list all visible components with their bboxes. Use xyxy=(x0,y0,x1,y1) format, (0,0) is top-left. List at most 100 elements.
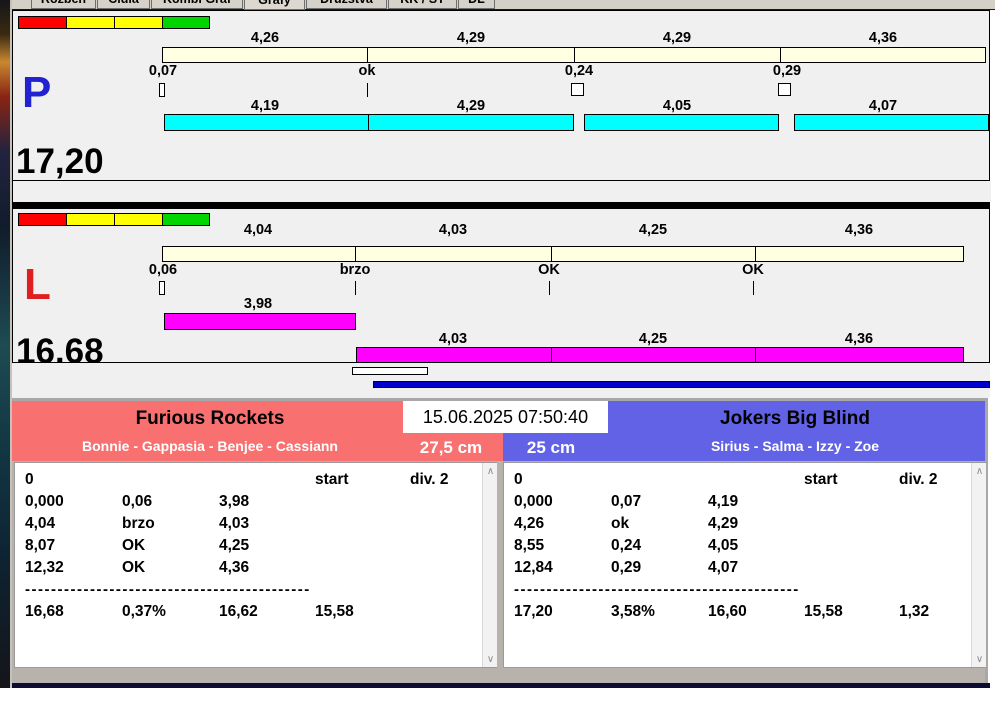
right-results-table[interactable]: 0 start div. 2 0,000 0,07 4,19 4,26 ok 4… xyxy=(503,462,986,668)
l-top-split-2: 4,03 xyxy=(438,222,468,238)
tab-kk-st[interactable]: KK / ST xyxy=(388,0,457,9)
tab-bar: Rozbeh Cidla Kombi Graf Grafy Družstva K… xyxy=(0,0,995,10)
p-run-split-3: 4,05 xyxy=(662,98,692,114)
table-separator: ----------------------------------------… xyxy=(514,581,800,598)
tab-dl[interactable]: DL xyxy=(458,0,495,9)
progress-blue-bar xyxy=(373,381,990,388)
p-top-split-1: 4,26 xyxy=(250,30,280,46)
legend-yellow-2 xyxy=(114,16,163,29)
l-run-bar-seg4 xyxy=(755,347,964,363)
l-reference-bar-seg2 xyxy=(355,246,552,262)
p-start-tick xyxy=(159,83,165,97)
cell: 0,07 xyxy=(611,493,642,510)
tab-kombi-graf[interactable]: Kombi Graf xyxy=(151,0,243,9)
p-run-split-2: 4,29 xyxy=(456,98,486,114)
p-change-tick-2 xyxy=(367,83,368,97)
l-run-split-1: 3,98 xyxy=(243,296,273,312)
cell: 0,06 xyxy=(122,493,153,510)
l-run-bar-seg3 xyxy=(551,347,756,363)
cell: 0 xyxy=(25,471,34,488)
window-left-border xyxy=(10,0,12,688)
p-change-box-3 xyxy=(571,83,584,96)
cell: 16,62 xyxy=(219,603,258,620)
l-run-bar-seg1 xyxy=(164,313,356,330)
left-team-name: Furious Rockets xyxy=(135,408,285,429)
lane-panel-l: L 16,68 4,04 4,03 4,25 4,36 0,06 brzo OK… xyxy=(12,208,990,369)
progress-outline-bar xyxy=(352,367,428,375)
l-reference-bar-seg3 xyxy=(551,246,756,262)
p-change-1: 0,07 xyxy=(148,63,178,79)
l-change-tick-3 xyxy=(549,281,550,295)
l-reference-bar-seg1 xyxy=(162,246,356,262)
legend-yellow-1 xyxy=(66,16,115,29)
l-change-tick-2 xyxy=(355,281,356,295)
cell: 0,37% xyxy=(122,603,166,620)
cell: 12,84 xyxy=(514,559,553,576)
cell: 8,07 xyxy=(25,537,56,554)
right-team-name: Jokers Big Blind xyxy=(720,408,870,429)
p-run-split-4: 4,07 xyxy=(868,98,898,114)
l-top-split-1: 4,04 xyxy=(243,222,273,238)
cell: 0 xyxy=(514,471,523,488)
l-top-split-4: 4,36 xyxy=(844,222,874,238)
cell: 0,000 xyxy=(25,493,64,510)
cell: 4,19 xyxy=(708,493,739,510)
cell: 0,24 xyxy=(611,537,642,554)
desktop-strip xyxy=(0,0,10,688)
l-reference-bar-seg4 xyxy=(755,246,964,262)
left-results-table[interactable]: 0 start div. 2 0,000 0,06 3,98 4,04 brzo… xyxy=(14,462,497,668)
p-run-bar-seg1 xyxy=(164,114,369,131)
cell: 12,32 xyxy=(25,559,64,576)
app-window: Rozbeh Cidla Kombi Graf Grafy Družstva K… xyxy=(0,0,995,716)
scroll-up-icon[interactable]: ∧ xyxy=(483,463,498,479)
l-start-tick xyxy=(159,281,165,295)
tab-cidla[interactable]: Cidla xyxy=(97,0,150,9)
scroll-up-icon[interactable]: ∧ xyxy=(972,463,987,479)
cell: div. 2 xyxy=(899,471,938,488)
tab-druzstva[interactable]: Družstva xyxy=(306,0,387,9)
p-change-2: ok xyxy=(358,63,376,79)
legend-yellow-2 xyxy=(114,213,163,226)
p-reference-bar-seg4 xyxy=(780,47,986,63)
legend-green xyxy=(162,213,210,226)
cell: brzo xyxy=(122,515,155,532)
l-change-tick-4 xyxy=(753,281,754,295)
right-table-scrollbar[interactable]: ∧ ∨ xyxy=(971,463,986,667)
cell: OK xyxy=(122,559,146,576)
p-top-split-4: 4,36 xyxy=(868,30,898,46)
legend-green xyxy=(162,16,210,29)
cell: 4,07 xyxy=(708,559,739,576)
cell: 8,55 xyxy=(514,537,545,554)
scoreboard-box: Furious Rockets Bonnie - Gappasia - Benj… xyxy=(8,398,988,686)
p-top-split-2: 4,29 xyxy=(456,30,486,46)
left-table-scrollbar[interactable]: ∧ ∨ xyxy=(482,463,497,667)
cell: 16,68 xyxy=(25,603,64,620)
tab-grafy[interactable]: Grafy xyxy=(244,0,305,10)
p-top-split-3: 4,29 xyxy=(662,30,692,46)
l-run-split-2: 4,03 xyxy=(438,331,468,347)
right-jump-height: 25 cm xyxy=(526,438,576,457)
cell: 3,98 xyxy=(219,493,250,510)
tab-rozbeh[interactable]: Rozbeh xyxy=(31,0,96,9)
p-change-3: 0,24 xyxy=(564,63,594,79)
legend-yellow-1 xyxy=(66,213,115,226)
datetime-text: 15.06.2025 07:50:40 xyxy=(422,406,589,427)
l-run-split-4: 4,36 xyxy=(844,331,874,347)
left-jump-height: 27,5 cm xyxy=(419,438,483,457)
legend-red xyxy=(18,213,67,226)
p-change-box-4 xyxy=(778,83,791,96)
p-reference-bar-seg3 xyxy=(574,47,781,63)
cell: 4,29 xyxy=(708,515,739,532)
p-reference-bar-seg1 xyxy=(162,47,368,63)
cell: 15,58 xyxy=(315,603,354,620)
scroll-down-icon[interactable]: ∨ xyxy=(483,651,498,667)
cell: 1,32 xyxy=(899,603,930,620)
scroll-down-icon[interactable]: ∨ xyxy=(972,651,987,667)
window-bottom-border xyxy=(0,683,990,688)
l-run-bar-seg2 xyxy=(356,347,552,363)
cell: start xyxy=(315,471,349,488)
cell: 17,20 xyxy=(514,603,553,620)
cell: 4,36 xyxy=(219,559,250,576)
l-top-split-3: 4,25 xyxy=(638,222,668,238)
cell: 3,58% xyxy=(611,603,655,620)
